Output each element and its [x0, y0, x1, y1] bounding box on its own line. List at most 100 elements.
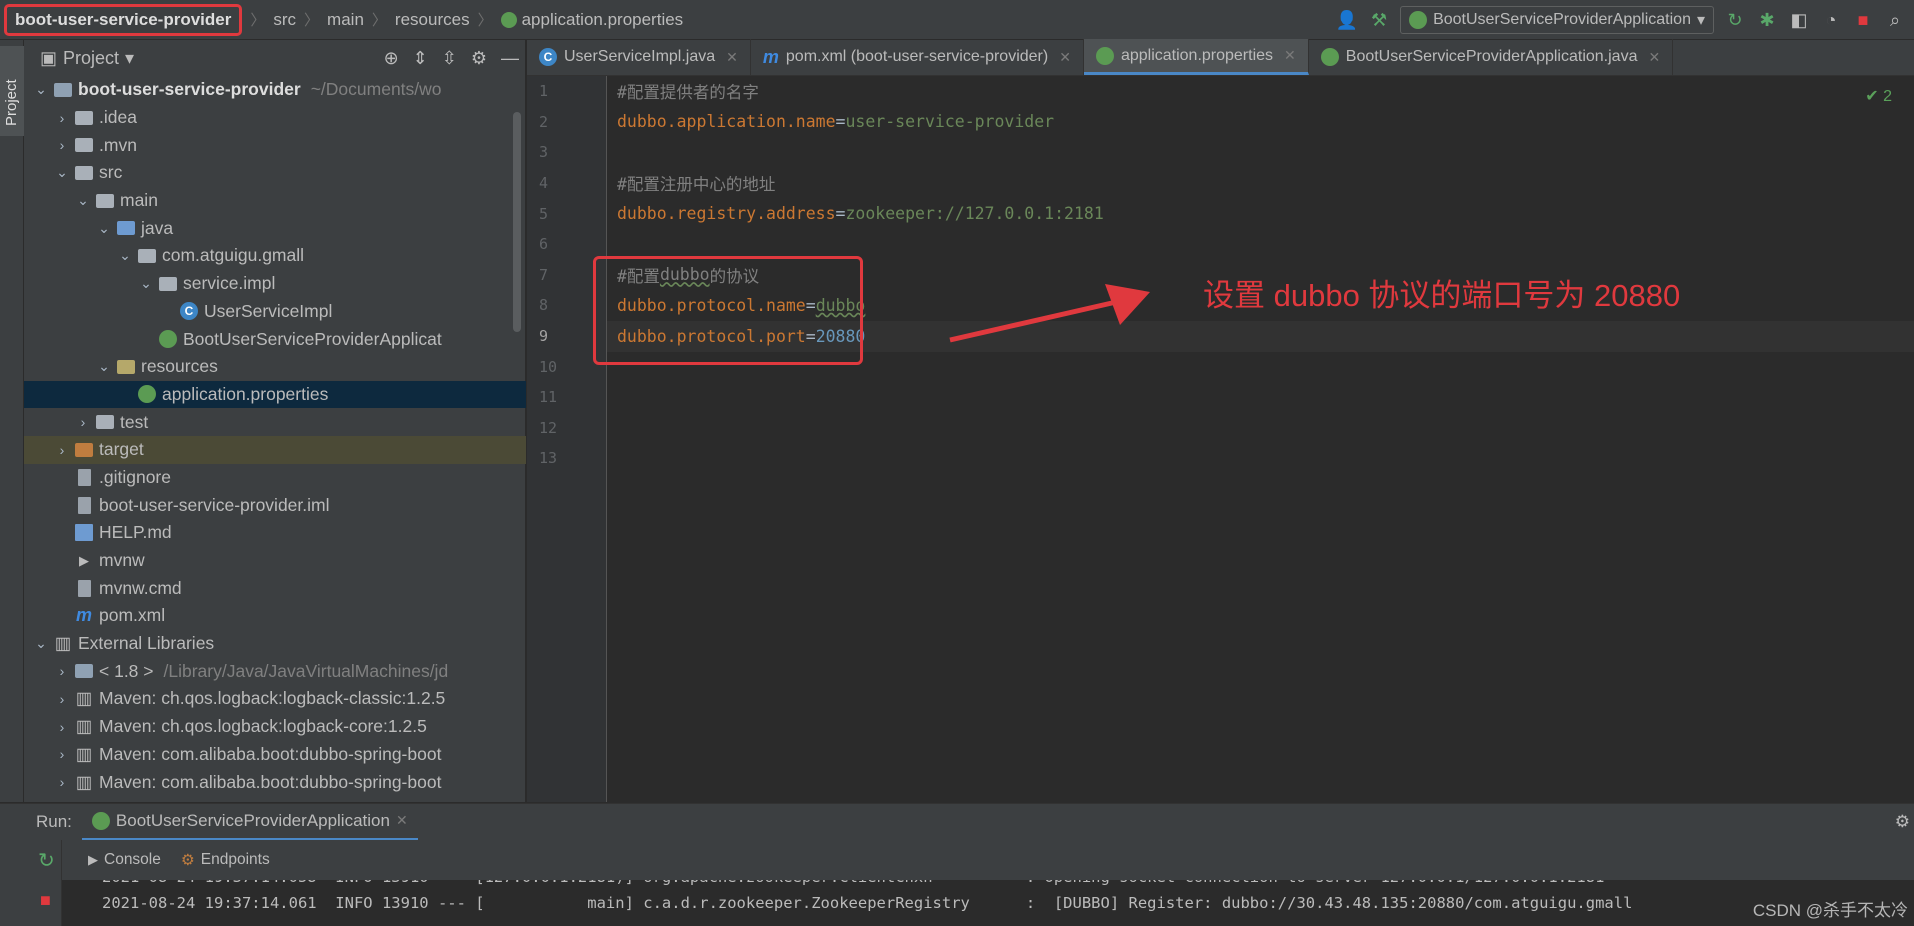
code-line[interactable] — [617, 413, 1907, 444]
chevron-down-icon[interactable]: ⌄ — [93, 358, 115, 375]
editor-tabs: C UserServiceImpl.java ✕ m pom.xml (boot-use… — [527, 39, 1914, 76]
code-line[interactable]: dubbo.application.name = user-service-prov… — [617, 107, 1907, 138]
chevron-right-icon[interactable]: › — [51, 746, 73, 762]
tree-node[interactable]: ⌄ boot-user-service-provider ~/Documents/w… — [24, 76, 526, 104]
run-settings-gear-icon[interactable]: ⚙ — [1895, 812, 1910, 832]
line-number: 4 — [539, 174, 549, 193]
chevron-down-icon[interactable]: ⌄ — [51, 164, 73, 181]
project-tool-tab[interactable]: Project — [0, 46, 24, 136]
settings-gear-icon[interactable]: ⚙ — [471, 48, 487, 69]
breadcrumb-item[interactable]: resources — [395, 10, 470, 30]
locate-icon[interactable]: ⊕ — [384, 48, 399, 69]
tree-node[interactable]: application.properties — [24, 380, 526, 409]
spring-boot-icon — [91, 811, 110, 830]
code-line[interactable] — [617, 229, 1907, 260]
console-tab[interactable]: ▶ Console — [88, 851, 161, 869]
stop-icon[interactable]: ■ — [40, 890, 51, 911]
profile-icon[interactable]: ◔ — [1820, 9, 1842, 31]
breadcrumb-item[interactable]: src — [273, 10, 296, 30]
code-line[interactable] — [617, 137, 1907, 168]
tree-node[interactable]: mvnw.cmd — [24, 574, 526, 602]
chevron-down-icon[interactable]: ▾ — [125, 48, 134, 69]
tree-node[interactable]: HELP.md — [24, 519, 526, 547]
editor-tab[interactable]: BootUserServiceProviderApplication.java ✕ — [1309, 39, 1674, 75]
stop-icon[interactable]: ■ — [1852, 9, 1874, 31]
expand-all-icon[interactable]: ⇕ — [413, 48, 428, 69]
code-line[interactable]: #配置注册中心的地址 — [617, 168, 1907, 199]
project-panel-icon: ▣ — [40, 47, 58, 68]
chevron-down-icon[interactable]: ⌄ — [114, 247, 136, 264]
tree-node[interactable]: BootUserServiceProviderApplicat — [24, 325, 526, 353]
close-icon[interactable]: ✕ — [396, 812, 408, 829]
breadcrumb-item[interactable]: boot-user-service-provider — [4, 3, 243, 36]
console-output[interactable]: 2021-08-24 19:37:14.058 INFO 13910 --- [… — [80, 880, 1914, 926]
tree-node[interactable]: › ▥ Maven: com.alibaba.boot:dubbo-spring-b… — [24, 768, 526, 796]
user-icon[interactable]: 👤 — [1336, 9, 1358, 31]
code-line[interactable]: dubbo.registry.address = zookeeper://127.0… — [617, 198, 1907, 229]
tree-node[interactable]: › ▥ Maven: ch.qos.logback:logback-core:1.2… — [24, 713, 526, 741]
tree-node[interactable]: ⌄ ▥ External Libraries — [24, 630, 526, 658]
project-panel-title[interactable]: Project — [63, 48, 119, 69]
tree-node[interactable]: ⌄ resources — [24, 353, 526, 381]
chevron-down-icon[interactable]: ⌄ — [72, 192, 94, 209]
close-icon[interactable]: ✕ — [1284, 47, 1296, 64]
tree-node[interactable]: › ▥ Maven: ch.qos.logback:logback-classic:… — [24, 685, 526, 713]
chevron-right-icon[interactable]: › — [51, 663, 73, 679]
code-line[interactable] — [617, 443, 1907, 474]
chevron-right-icon[interactable]: › — [51, 442, 73, 458]
run-configuration-select[interactable]: BootUserServiceProviderApplication ▾ — [1400, 6, 1714, 34]
rerun-icon[interactable]: ↻ — [1724, 9, 1746, 31]
editor-tab[interactable]: C UserServiceImpl.java ✕ — [527, 39, 751, 75]
chevron-down-icon[interactable]: ⌄ — [93, 220, 115, 237]
tree-node[interactable]: m pom.xml — [24, 602, 526, 630]
breadcrumb-item[interactable]: application.properties — [522, 10, 684, 30]
hide-panel-icon[interactable]: — — [501, 48, 519, 69]
chevron-right-icon[interactable]: › — [51, 719, 73, 735]
editor-tab[interactable]: application.properties ✕ — [1083, 39, 1309, 75]
tree-node[interactable]: › test — [24, 408, 526, 436]
tree-node[interactable]: ⌄ src — [24, 159, 526, 187]
rerun-icon[interactable]: ↻ — [38, 848, 55, 873]
tree-node[interactable]: ⌄ main — [24, 187, 526, 215]
tree-node[interactable]: › target — [24, 435, 526, 464]
tree-vertical-scrollbar[interactable] — [513, 112, 521, 332]
tree-node[interactable]: › .mvn — [24, 131, 526, 159]
chevron-right-icon[interactable]: › — [51, 774, 73, 790]
chevron-right-icon[interactable]: › — [51, 137, 73, 153]
tree-node-icon-wrap — [73, 662, 95, 680]
build-hammer-icon[interactable]: ⚒ — [1368, 9, 1390, 31]
close-icon[interactable]: ✕ — [726, 49, 738, 66]
breadcrumb-item[interactable]: main — [327, 10, 364, 30]
tree-node[interactable]: › .idea — [24, 104, 526, 132]
inspections-widget[interactable]: ✔ 2 — [1865, 86, 1892, 106]
close-icon[interactable]: ✕ — [1648, 49, 1660, 66]
editor-tab[interactable]: m pom.xml (boot-user-service-provider) ✕ — [751, 39, 1084, 75]
chevron-down-icon[interactable]: ⌄ — [135, 275, 157, 292]
close-icon[interactable]: ✕ — [1059, 49, 1071, 66]
tree-node[interactable]: .gitignore — [24, 464, 526, 492]
tree-node[interactable]: C UserServiceImpl — [24, 298, 526, 326]
chevron-right-icon[interactable]: › — [51, 110, 73, 126]
tree-node[interactable]: boot-user-service-provider.iml — [24, 491, 526, 519]
chevron-down-icon[interactable]: ⌄ — [30, 635, 52, 652]
debug-icon[interactable]: ✱ — [1756, 9, 1778, 31]
tree-node[interactable]: ▶ mvnw — [24, 547, 526, 575]
tree-node[interactable]: › < 1.8 > /Library/Java/JavaVirtualMachine… — [24, 657, 526, 685]
run-config-tab[interactable]: BootUserServiceProviderApplication ✕ — [81, 804, 418, 841]
tree-node[interactable]: ⌄ com.atguigu.gmall — [24, 242, 526, 270]
code-token: zookeeper://127.0.0.1:2181 — [845, 204, 1104, 224]
code-line[interactable] — [617, 382, 1907, 413]
search-icon[interactable]: ⌕ — [1884, 9, 1906, 31]
coverage-icon[interactable]: ◧ — [1788, 9, 1810, 31]
tree-node[interactable]: ⌄ java — [24, 214, 526, 242]
chevron-right-icon[interactable]: › — [72, 414, 94, 430]
tree-node-label: BootUserServiceProviderApplicat — [183, 328, 442, 349]
tree-node[interactable]: ⌄ service.impl — [24, 270, 526, 298]
endpoints-tab[interactable]: ⚙ Endpoints — [181, 851, 270, 870]
code-line[interactable]: #配置提供者的名字 — [617, 76, 1907, 107]
chevron-right-icon[interactable]: › — [51, 691, 73, 707]
chevron-down-icon[interactable]: ⌄ — [30, 81, 52, 98]
collapse-all-icon[interactable]: ⇳ — [442, 48, 457, 69]
tree-node[interactable]: › ▥ Maven: com.alibaba.boot:dubbo-spring-b… — [24, 741, 526, 769]
code-token: #配置提供者的名字 — [617, 83, 759, 103]
